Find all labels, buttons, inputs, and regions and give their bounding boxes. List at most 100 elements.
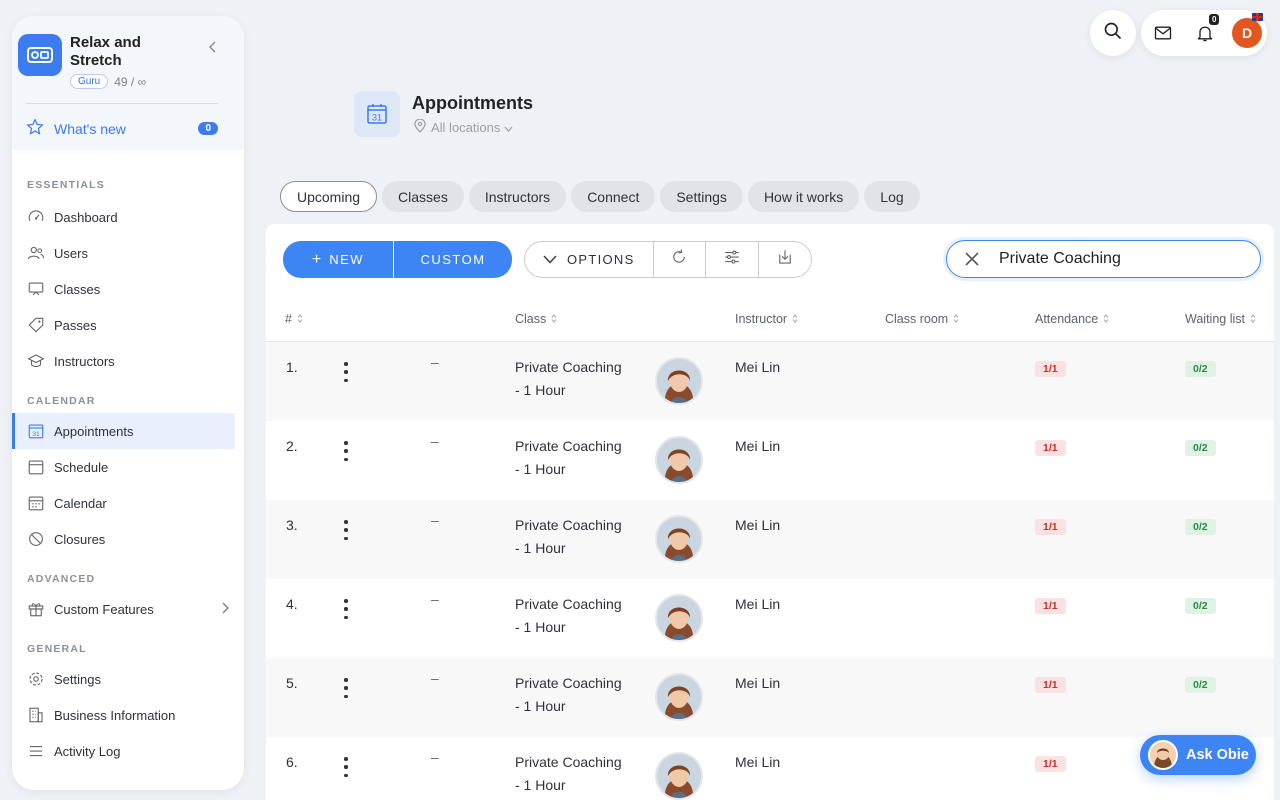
column-class[interactable]: Class [515,312,557,326]
sort-icon [297,312,303,326]
ask-obie-button[interactable]: Ask Obie [1140,735,1256,775]
mail-icon[interactable] [1153,23,1173,48]
class-duration-line: - 1 Hour [515,540,566,556]
column-label: Attendance [1035,312,1099,326]
instructor-name[interactable]: Mei Lin [735,359,780,375]
sidebar-item-label: Custom Features [54,601,154,617]
sidebar-item-custom-features[interactable]: Custom Features [12,591,244,627]
sidebar-item-settings[interactable]: Settings [12,661,244,697]
whats-new-count: 0 [198,122,218,135]
more-vert-icon[interactable] [342,520,350,540]
uk-flag-icon[interactable] [1252,13,1263,21]
list-icon [27,742,45,760]
sidebar-item-passes[interactable]: Passes [12,307,244,343]
tab-connect[interactable]: Connect [571,181,656,212]
more-vert-icon[interactable] [342,678,350,698]
sidebar-item-appointments[interactable]: 31 Appointments [12,413,235,449]
search-button[interactable] [1090,10,1136,56]
column-instructor[interactable]: Instructor [735,312,798,326]
search-icon [1103,21,1123,46]
more-vert-icon[interactable] [342,757,350,777]
table-row[interactable]: 1. – Private Coaching - 1 Hour Mei Lin 1/1 0/2 [266,342,1274,421]
class-name[interactable]: Private Coaching - 1 Hour [515,751,640,797]
class-name[interactable]: Private Coaching - 1 Hour [515,356,640,402]
custom-button[interactable]: CUSTOM [394,241,512,278]
instructor-name[interactable]: Mei Lin [735,517,780,533]
new-button-label: NEW [329,252,365,267]
tab-upcoming[interactable]: Upcoming [280,181,378,212]
row-dash: – [431,749,439,765]
class-name[interactable]: Private Coaching - 1 Hour [515,435,640,481]
sidebar-item-classes[interactable]: Classes [12,271,244,307]
refresh-button[interactable] [654,242,707,277]
sidebar-item-calendar[interactable]: Calendar [12,485,244,521]
tab-how-it-works[interactable]: How it works [747,181,860,212]
brand-logo[interactable] [18,34,62,76]
bell-icon[interactable] [1195,23,1215,48]
waiting-list-badge: 0/2 [1185,598,1216,614]
tab-classes[interactable]: Classes [382,181,464,212]
more-vert-icon[interactable] [342,441,350,461]
search-input[interactable] [999,250,1239,268]
user-toolbar: 0 D [1141,10,1267,56]
row-number: 2. [286,438,298,454]
sidebar-item-dashboard[interactable]: Dashboard [12,199,244,235]
sidebar-item-business-information[interactable]: Business Information [12,697,244,733]
class-name-line: Private Coaching [515,596,622,612]
sidebar-item-schedule[interactable]: Schedule [12,449,244,485]
tab-instructors[interactable]: Instructors [468,181,567,212]
notification-count: 0 [1209,14,1220,25]
class-duration-line: - 1 Hour [515,777,566,793]
location-selector[interactable]: All locations [414,118,513,136]
column-waiting-list[interactable]: Waiting list [1185,312,1256,326]
appointments-page-icon: 31 [354,91,400,137]
class-name-line: Private Coaching [515,754,622,770]
column-class-room[interactable]: Class room [885,312,959,326]
star-icon [26,118,44,139]
tab-log[interactable]: Log [864,181,920,212]
more-vert-icon[interactable] [342,599,350,619]
sidebar: Relax and Stretch Guru 49 / ∞ What's new… [12,16,244,790]
chevron-down-icon [543,255,557,264]
table-row[interactable]: 5. – Private Coaching - 1 Hour Mei Lin 1/1 0/2 [266,658,1274,737]
table-row[interactable]: 2. – Private Coaching - 1 Hour Mei Lin 1/1 0/2 [266,421,1274,500]
class-name-line: Private Coaching [515,438,622,454]
column-number[interactable]: # [285,312,303,326]
sidebar-item-users[interactable]: Users [12,235,244,271]
table-row[interactable]: 6. – Private Coaching - 1 Hour Mei Lin 1/1 [266,737,1274,800]
class-name[interactable]: Private Coaching - 1 Hour [515,593,640,639]
more-vert-icon[interactable] [342,362,350,382]
instructor-name[interactable]: Mei Lin [735,754,780,770]
options-button[interactable]: OPTIONS [525,242,654,277]
sidebar-item-activity-log[interactable]: Activity Log [12,733,244,769]
sort-icon [1103,312,1109,326]
collapse-sidebar-icon[interactable] [208,40,218,56]
instructor-name[interactable]: Mei Lin [735,596,780,612]
search-box [946,240,1261,278]
row-number: 3. [286,517,298,533]
filter-button[interactable] [706,242,760,277]
instructor-name[interactable]: Mei Lin [735,438,780,454]
brand-name: Relax and Stretch [70,34,141,69]
plus-icon: + [311,250,322,268]
new-button[interactable]: + NEW [283,241,393,278]
instructor-avatar [655,436,703,484]
dashboard-icon [27,208,45,226]
tab-settings[interactable]: Settings [660,181,743,212]
sidebar-item-closures[interactable]: Closures [12,521,244,557]
class-duration-line: - 1 Hour [515,382,566,398]
avatar[interactable]: D [1232,18,1262,48]
whats-new-link[interactable]: What's new 0 [18,104,228,139]
svg-text:31: 31 [372,113,382,123]
instructor-name[interactable]: Mei Lin [735,675,780,691]
column-attendance[interactable]: Attendance [1035,312,1109,326]
attendance-badge: 1/1 [1035,677,1066,693]
class-name[interactable]: Private Coaching - 1 Hour [515,672,640,718]
table-row[interactable]: 3. – Private Coaching - 1 Hour Mei Lin 1/1 0/2 [266,500,1274,579]
export-button[interactable] [759,242,811,277]
table-row[interactable]: 4. – Private Coaching - 1 Hour Mei Lin 1/1 0/2 [266,579,1274,658]
sidebar-item-instructors[interactable]: Instructors [12,343,244,379]
class-name[interactable]: Private Coaching - 1 Hour [515,514,640,560]
sort-icon [792,312,798,326]
clear-search-icon[interactable] [965,252,979,266]
